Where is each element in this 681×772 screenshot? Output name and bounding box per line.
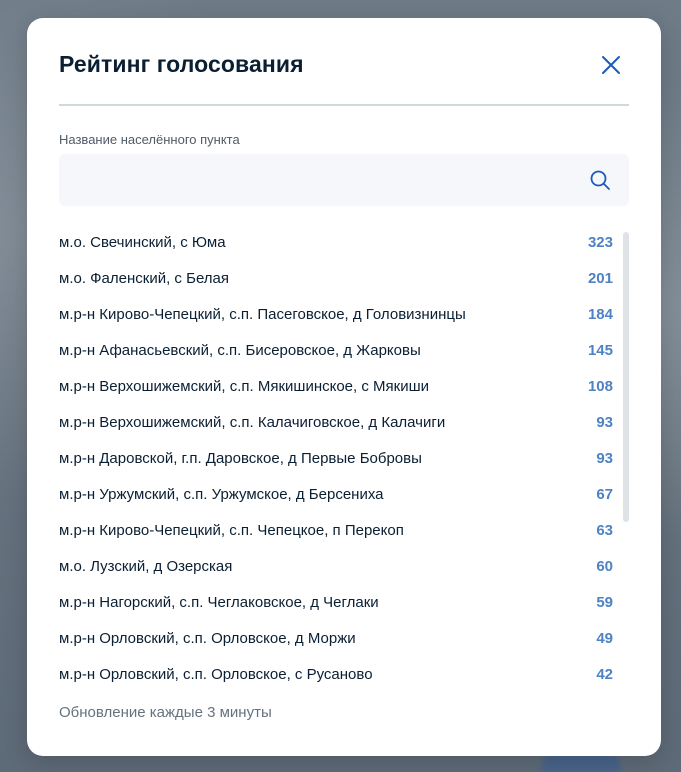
voting-rating-modal: Рейтинг голосования Название населённого… — [27, 18, 661, 756]
settlement-name: м.р-н Верхошижемский, с.п. Калачиговское… — [59, 413, 446, 431]
vote-count: 93 — [596, 449, 613, 467]
vote-count: 49 — [596, 629, 613, 647]
scrollbar-thumb[interactable] — [623, 232, 629, 522]
list-item[interactable]: м.р-н Верхошижемский, с.п. Калачиговское… — [59, 404, 615, 440]
vote-count: 60 — [596, 557, 613, 575]
update-note: Обновление каждые 3 минуты — [59, 704, 272, 721]
settlement-name: м.о. Лузский, д Озерская — [59, 557, 233, 575]
settlement-name: м.р-н Орловский, с.п. Орловское, д Моржи — [59, 629, 356, 647]
list-item[interactable]: м.о. Свечинский, с Юма 323 — [59, 224, 615, 260]
vote-count: 67 — [596, 485, 613, 503]
vote-count: 63 — [596, 521, 613, 539]
scrollbar-track[interactable] — [623, 232, 629, 692]
list-item[interactable]: м.о. Фаленский, с Белая 201 — [59, 260, 615, 296]
vote-count: 145 — [587, 341, 613, 359]
rating-list[interactable]: м.о. Свечинский, с Юма 323 м.о. Фаленский,… — [59, 224, 615, 700]
list-item[interactable]: м.р-н Даровской, г.п. Даровское, д Первы… — [59, 440, 615, 476]
settlement-name: м.р-н Нагорский, с.п. Чеглаковское, д Че… — [59, 593, 379, 611]
settlement-name: м.р-н Уржумский, с.п. Уржумское, д Берсе… — [59, 485, 384, 503]
list-item[interactable]: м.р-н Нагорский, с.п. Чеглаковское, д Че… — [59, 584, 615, 620]
list-item[interactable]: м.р-н Орловский, с.п. Орловское, с Русан… — [59, 656, 615, 692]
settlement-name: м.р-н Кирово-Чепецкий, с.п. Пасеговское,… — [59, 305, 466, 323]
vote-count: 108 — [587, 377, 613, 395]
search-icon — [590, 170, 610, 190]
settlement-name: м.р-н Верхошижемский, с.п. Мякишинское, … — [59, 377, 429, 395]
close-icon — [602, 56, 620, 74]
modal-title: Рейтинг голосования — [59, 51, 304, 77]
list-item[interactable]: м.р-н Кирово-Чепецкий, с.п. Пасеговское,… — [59, 296, 615, 332]
settlement-name: м.о. Свечинский, с Юма — [59, 233, 226, 251]
list-item[interactable]: м.р-н Верхошижемский, с.п. Мякишинское, … — [59, 368, 615, 404]
close-button[interactable] — [599, 53, 623, 77]
search-input[interactable] — [59, 154, 579, 206]
vote-count: 59 — [596, 593, 613, 611]
settlement-name: м.р-н Афанасьевский, с.п. Бисеровское, д… — [59, 341, 421, 359]
vote-count: 201 — [587, 269, 613, 287]
list-item[interactable]: м.р-н Уржумский, с.п. Уржумское, д Берсе… — [59, 476, 615, 512]
search-field-label: Название населённого пункта — [59, 132, 240, 147]
search-button[interactable] — [589, 169, 611, 191]
settlement-name: м.р-н Даровской, г.п. Даровское, д Первы… — [59, 449, 422, 467]
vote-count: 93 — [596, 413, 613, 431]
vote-count: 42 — [596, 665, 613, 683]
settlement-name: м.р-н Орловский, с.п. Орловское, с Русан… — [59, 665, 373, 683]
list-item[interactable]: м.р-н Орловский, с.п. Орловское, д Моржи… — [59, 620, 615, 656]
list-item[interactable]: м.р-н Кирово-Чепецкий, с.п. Чепецкое, п … — [59, 512, 615, 548]
list-item[interactable]: м.о. Лузский, д Озерская 60 — [59, 548, 615, 584]
list-item[interactable]: м.р-н Афанасьевский, с.п. Бисеровское, д… — [59, 332, 615, 368]
settlement-name: м.о. Фаленский, с Белая — [59, 269, 230, 287]
settlement-name: м.р-н Кирово-Чепецкий, с.п. Чепецкое, п … — [59, 521, 404, 539]
vote-count: 184 — [587, 305, 613, 323]
search-field — [59, 154, 629, 206]
vote-count: 323 — [587, 233, 613, 251]
title-divider — [59, 104, 629, 106]
